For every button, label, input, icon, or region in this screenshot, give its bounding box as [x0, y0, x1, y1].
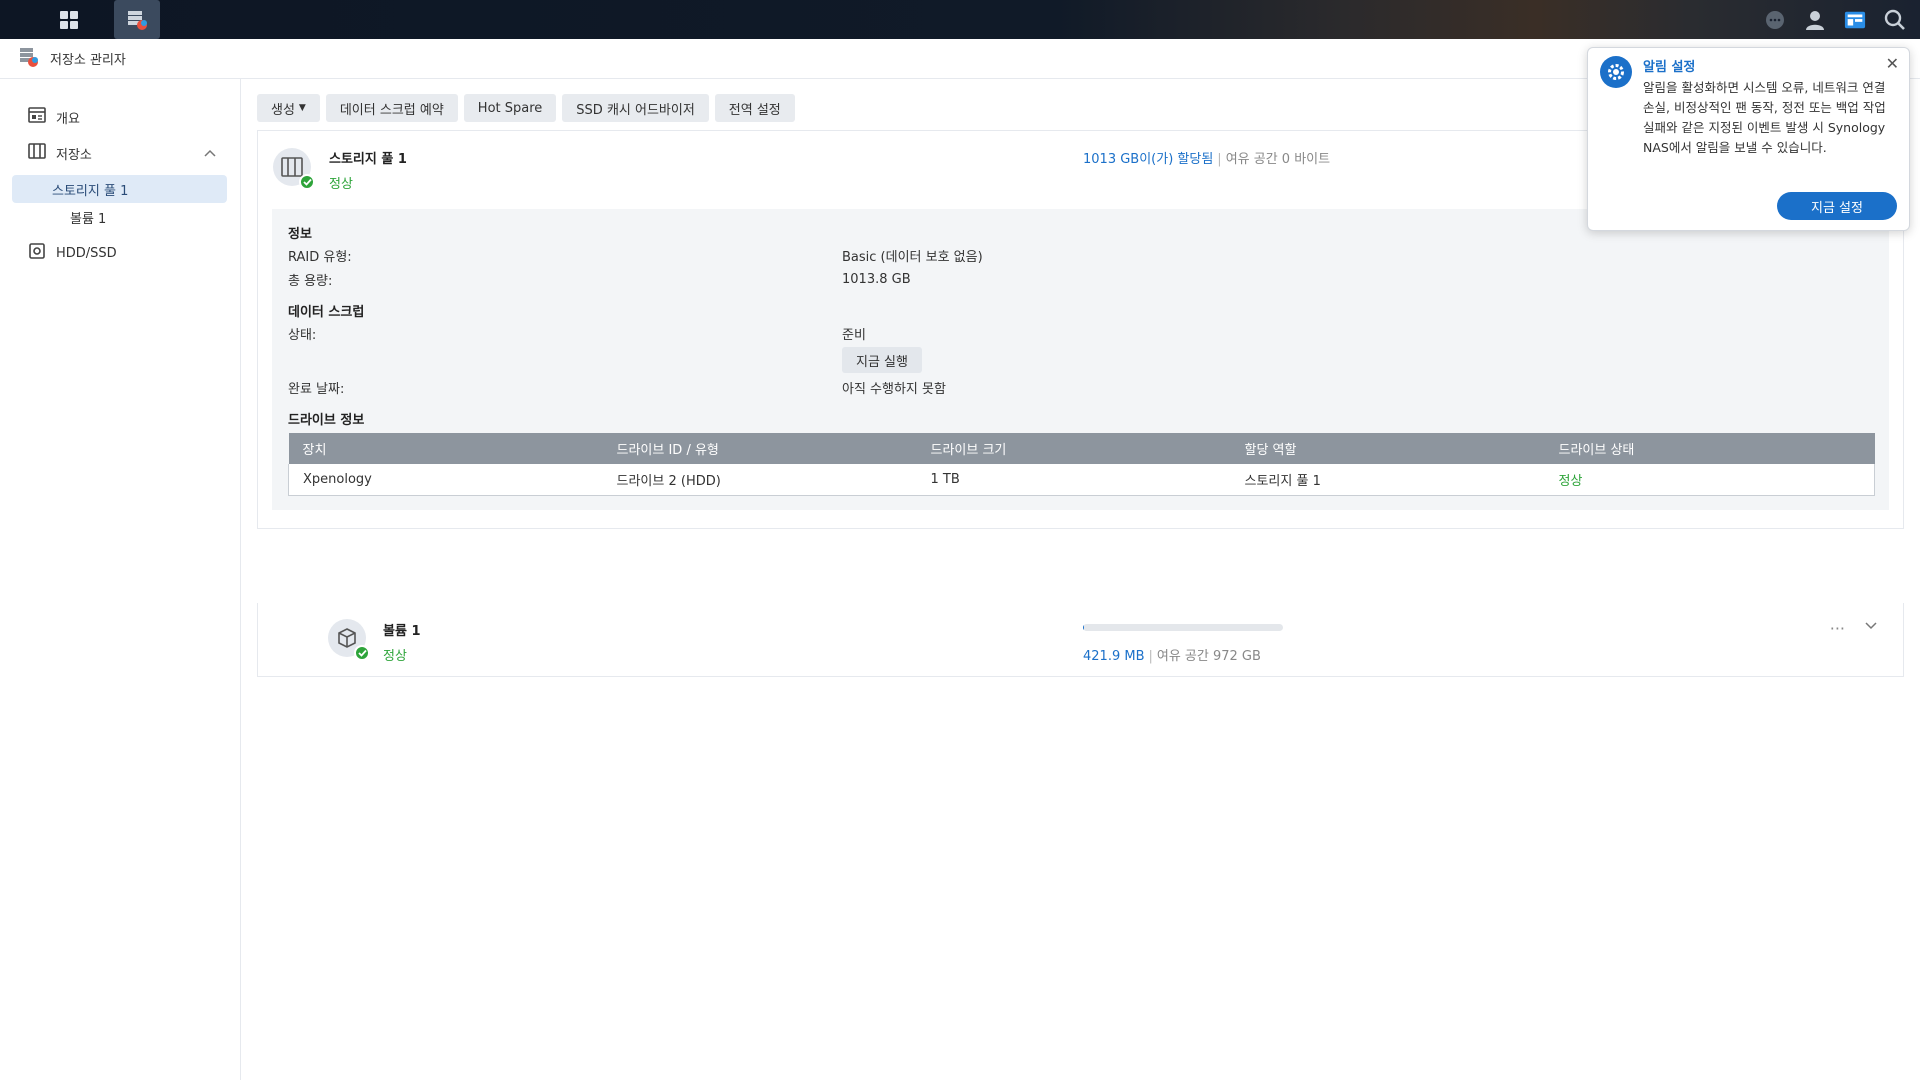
column-header: 드라이브 크기	[916, 433, 1231, 464]
used-space-text: 421.9 MB	[1083, 649, 1145, 664]
column-header: 드라이브 상태	[1544, 433, 1875, 464]
main-content: 생성 ▼ 데이터 스크럽 예약 Hot Spare SSD 캐시 어드바이저 전…	[257, 94, 1906, 1080]
volume-usage-bar	[1083, 624, 1283, 631]
scrub-status-label: 상태:	[288, 327, 317, 343]
user-icon[interactable]	[1804, 9, 1826, 31]
overview-icon	[28, 107, 46, 127]
sidebar-item-label: 개요	[56, 111, 80, 127]
popup-title: 알림 설정	[1643, 60, 1696, 75]
sidebar-item-volume-1[interactable]: 볼륨 1	[12, 203, 227, 231]
data-scrub-section-title: 데이터 스크럽	[288, 305, 365, 320]
caret-down-icon: ▼	[298, 103, 306, 113]
table-cell: Xpenology	[288, 464, 603, 496]
completed-date-value: 아직 수행하지 못함	[842, 381, 946, 397]
sidebar-item-label: 스토리지 풀 1	[52, 183, 129, 199]
raid-type-row: RAID 유형: Basic (데이터 보호 없음)	[288, 243, 1875, 267]
hdd-icon	[28, 243, 46, 263]
status-ok-icon	[354, 645, 370, 661]
popup-body: 알림을 활성화하면 시스템 오류, 네트워크 연결 손실, 비정상적인 팬 동작…	[1643, 80, 1886, 155]
drive-info-table: 장치 드라이브 ID / 유형 드라이브 크기 할당 역할 드라이브 상태 Xp…	[288, 433, 1875, 496]
free-space-text: 여유 공간 972 GB	[1156, 649, 1261, 664]
hot-spare-button[interactable]: Hot Spare	[463, 94, 557, 122]
column-header: 드라이브 ID / 유형	[602, 433, 917, 464]
status-ok-icon	[299, 174, 315, 190]
volume-name: 볼륨 1	[383, 624, 421, 639]
raid-type-value: Basic (데이터 보호 없음)	[842, 249, 983, 265]
scrub-status-value: 준비	[842, 327, 866, 343]
column-header: 할당 역할	[1230, 433, 1545, 464]
column-header: 장치	[288, 433, 603, 464]
storage-manager-app-icon	[18, 46, 40, 72]
free-space-text: 여유 공간 0 바이트	[1225, 152, 1331, 167]
taskbar	[0, 0, 1920, 39]
widgets-icon[interactable]	[1844, 9, 1866, 31]
create-button[interactable]: 생성 ▼	[257, 94, 320, 122]
volume-usage-fill	[1083, 624, 1084, 631]
storage-pool-name: 스토리지 풀 1	[329, 152, 407, 167]
scrub-status-row: 상태: 준비	[288, 321, 1875, 345]
total-capacity-label: 총 용량:	[288, 273, 333, 289]
table-cell: 1 TB	[916, 464, 1231, 496]
chevron-down-icon[interactable]	[1865, 619, 1877, 634]
sidebar: 개요 저장소 스토리지 풀 1 볼륨 1 HDD/SSD	[0, 79, 241, 1080]
more-options-icon[interactable]: ···	[1830, 619, 1845, 638]
drive-info-section-title: 드라이브 정보	[288, 413, 365, 428]
total-capacity-value: 1013.8 GB	[842, 271, 911, 287]
run-now-button[interactable]: 지금 실행	[842, 347, 922, 373]
search-icon[interactable]	[1884, 9, 1906, 31]
storage-pool-icon	[273, 148, 315, 190]
sidebar-item-label: 저장소	[56, 147, 92, 163]
create-button-label: 생성	[271, 102, 295, 118]
volume-usage: 421.9 MB | 여유 공간 972 GB	[1083, 645, 1261, 664]
chat-icon[interactable]	[1764, 9, 1786, 31]
chevron-up-icon[interactable]	[204, 146, 216, 161]
table-header-row: 장치 드라이브 ID / 유형 드라이브 크기 할당 역할 드라이브 상태	[288, 433, 1875, 464]
close-icon[interactable]: ✕	[1886, 54, 1899, 73]
sidebar-item-hdd-ssd[interactable]: HDD/SSD	[0, 239, 240, 267]
total-capacity-row: 총 용량: 1013.8 GB	[288, 267, 1875, 291]
table-cell: 드라이브 2 (HDD)	[602, 464, 917, 496]
allocated-text: 1013 GB이(가) 할당됨	[1083, 152, 1214, 167]
completed-date-label: 완료 날짜:	[288, 381, 345, 397]
data-scrub-schedule-button[interactable]: 데이터 스크럽 예약	[325, 94, 458, 122]
global-settings-button[interactable]: 전역 설정	[714, 94, 795, 122]
table-cell: 스토리지 풀 1	[1230, 464, 1545, 496]
sidebar-item-storage[interactable]: 저장소	[0, 139, 240, 167]
gear-icon	[1600, 56, 1632, 88]
storage-pool-details: 정보 RAID 유형: Basic (데이터 보호 없음) 총 용량: 1013…	[272, 209, 1889, 510]
storage-pool-usage: 1013 GB이(가) 할당됨 | 여유 공간 0 바이트	[1083, 148, 1330, 167]
completed-date-row: 완료 날짜: 아직 수행하지 못함	[288, 375, 1875, 399]
set-up-now-button[interactable]: 지금 설정	[1777, 192, 1897, 220]
sidebar-item-storage-pool-1[interactable]: 스토리지 풀 1	[12, 175, 227, 203]
window-title: 저장소 관리자	[50, 53, 126, 68]
notification-settings-popup: 알림 설정 ✕ 알림을 활성화하면 시스템 오류, 네트워크 연결 손실, 비정…	[1587, 47, 1910, 231]
storage-pool-status: 정상	[329, 177, 353, 192]
storage-manager-icon[interactable]	[114, 0, 160, 39]
volume-row[interactable]: 볼륨 1 정상 421.9 MB | 여유 공간 972 GB ···	[257, 603, 1904, 677]
sidebar-item-label: HDD/SSD	[56, 245, 117, 261]
ssd-cache-advisor-button[interactable]: SSD 캐시 어드바이저	[562, 94, 709, 122]
table-row[interactable]: Xpenology 드라이브 2 (HDD) 1 TB 스토리지 풀 1 정상	[288, 464, 1875, 496]
sidebar-item-overview[interactable]: 개요	[0, 103, 240, 131]
raid-type-label: RAID 유형:	[288, 249, 352, 265]
volume-icon	[328, 619, 370, 661]
table-cell: 정상	[1544, 464, 1875, 496]
sidebar-item-label: 볼륨 1	[70, 211, 107, 227]
separator: |	[1148, 649, 1153, 664]
apps-grid-icon[interactable]	[46, 0, 92, 39]
volume-status: 정상	[383, 649, 407, 664]
separator: |	[1217, 152, 1222, 167]
storage-icon	[28, 143, 46, 163]
